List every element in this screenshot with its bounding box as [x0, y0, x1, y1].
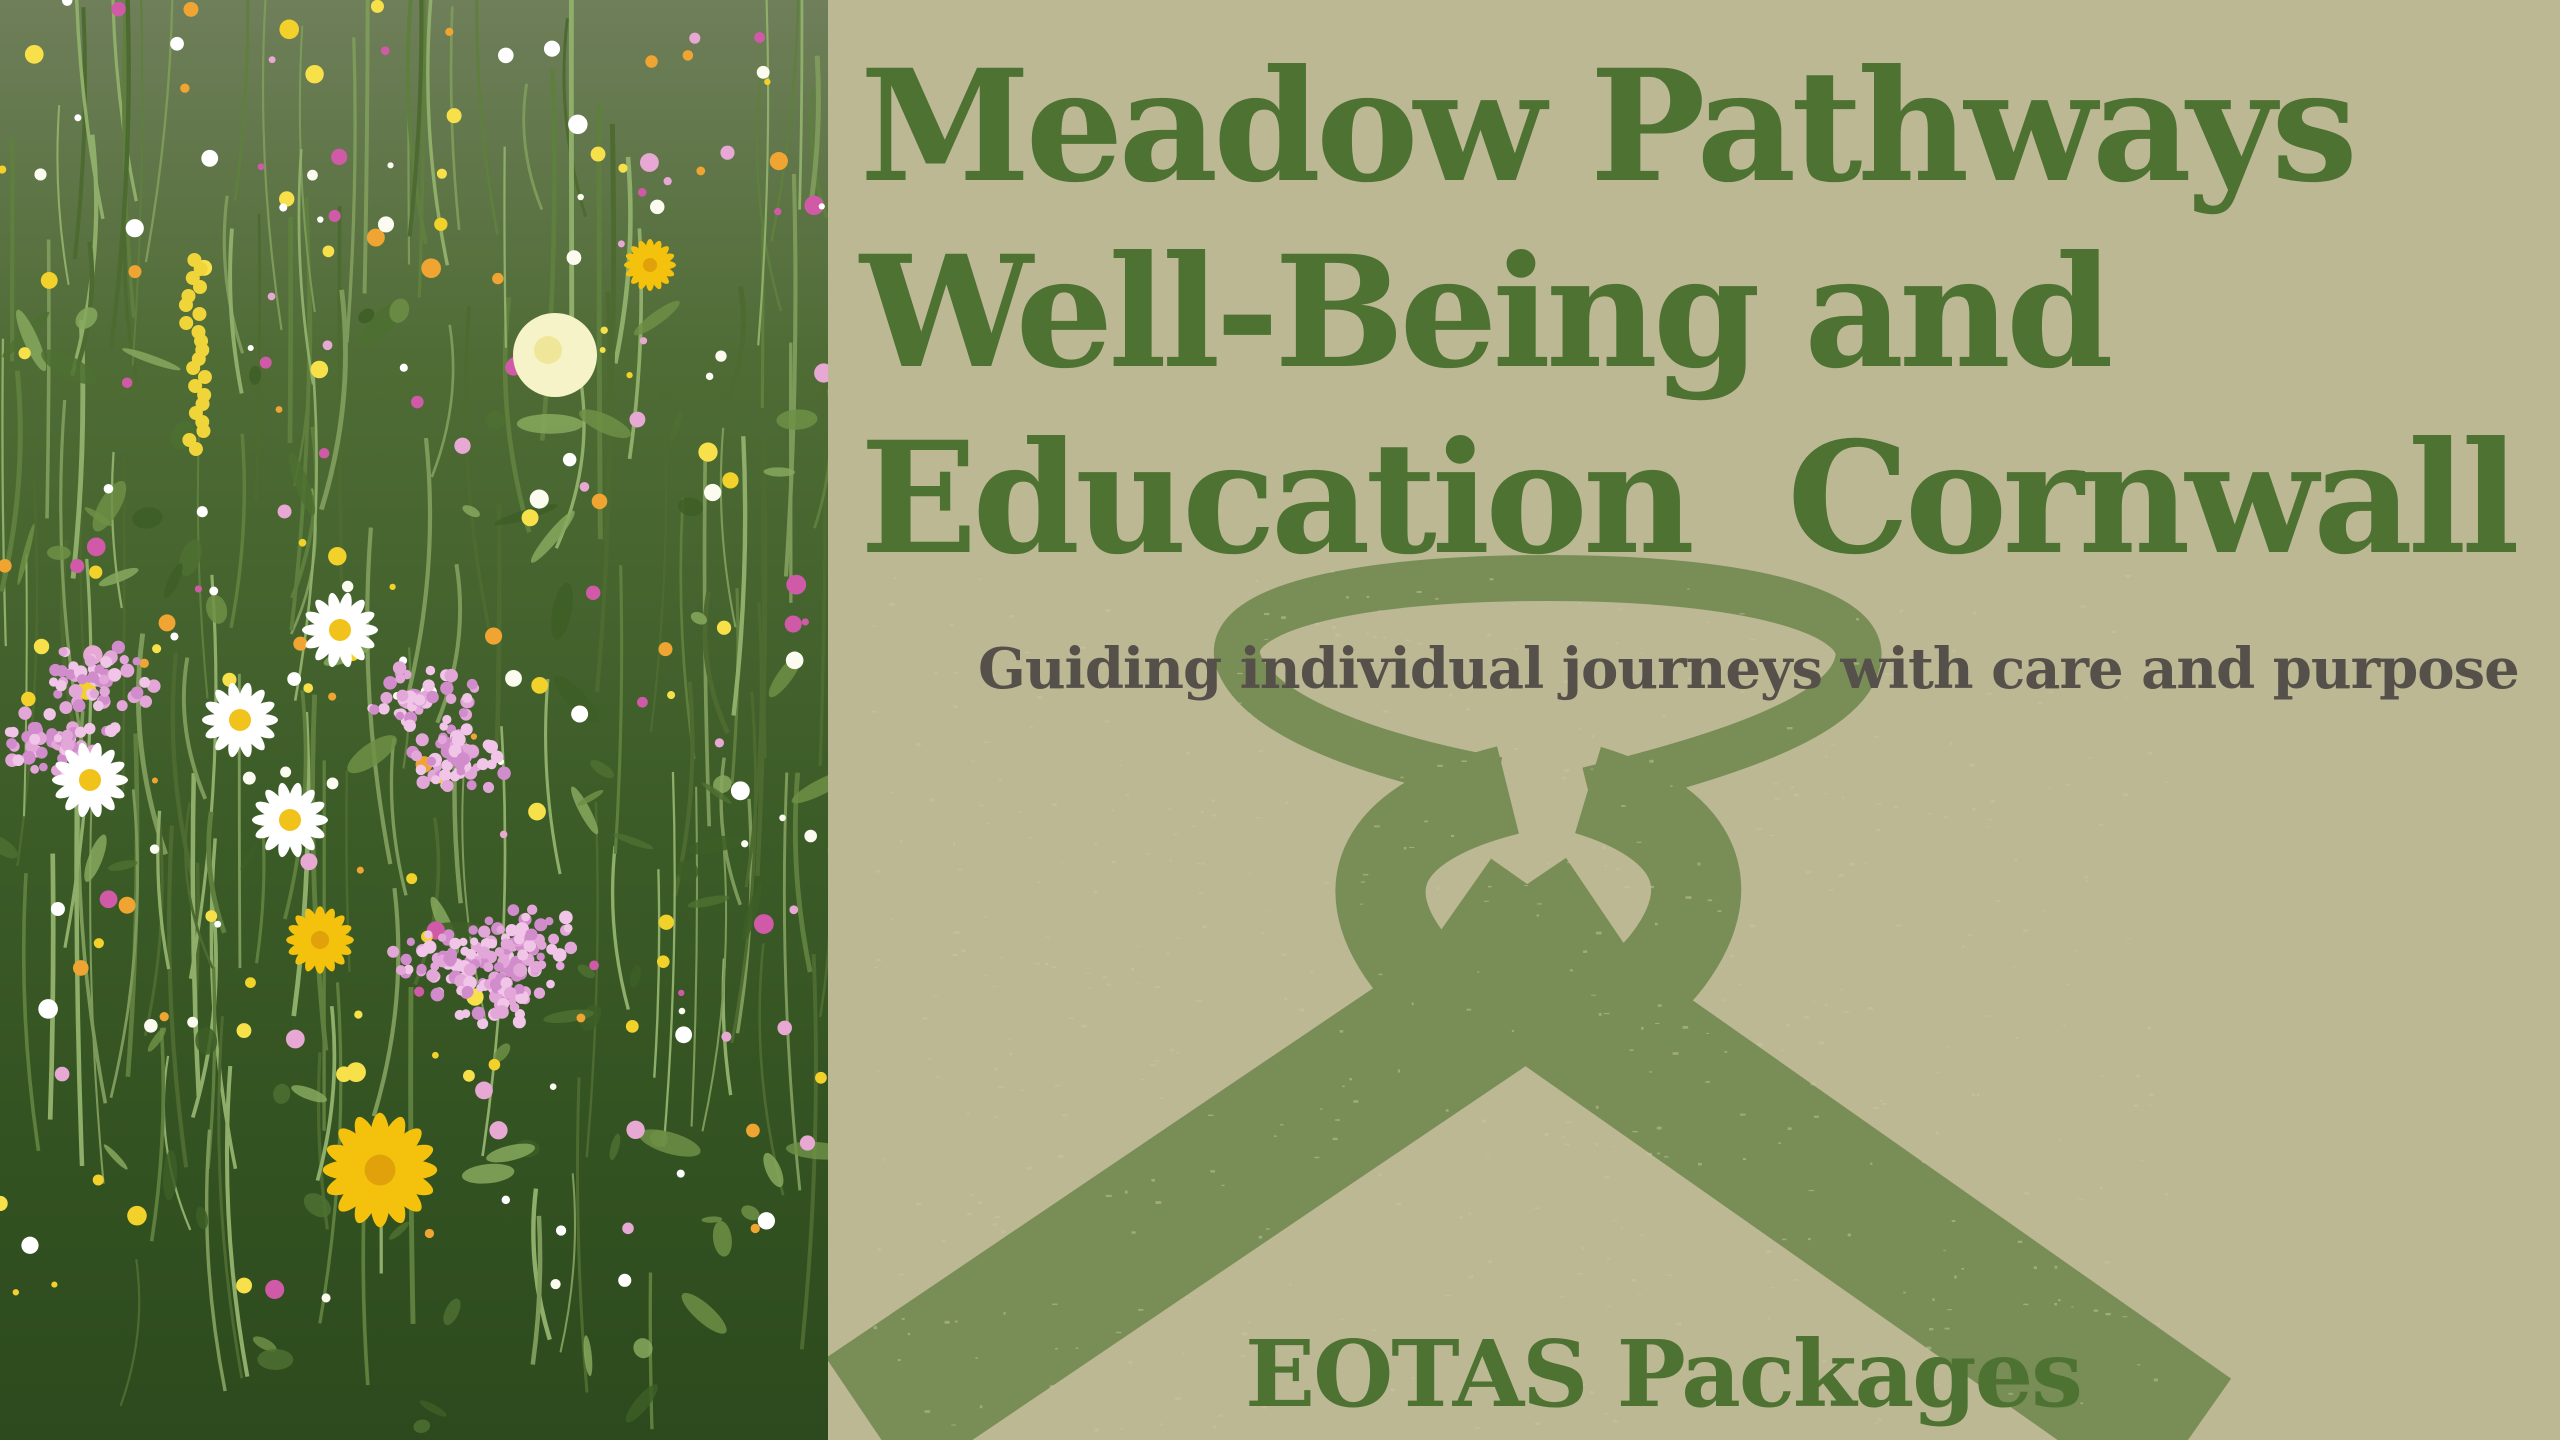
title-line-3: Education Cornwall: [860, 408, 2520, 589]
title-line-2: Well-Being and: [860, 222, 2114, 403]
eotas-packages-heading: EOTAS Packages: [1245, 1320, 2083, 1428]
title-line-1: Meadow Pathways: [860, 36, 2358, 217]
title-panel: Meadow Pathways Well-Being and Education…: [828, 0, 2560, 1440]
tagline: Guiding individual journeys with care an…: [978, 636, 2520, 702]
meadow-photo: [0, 0, 828, 1440]
organisation-title: Meadow Pathways Well-Being and Education…: [860, 34, 2520, 592]
